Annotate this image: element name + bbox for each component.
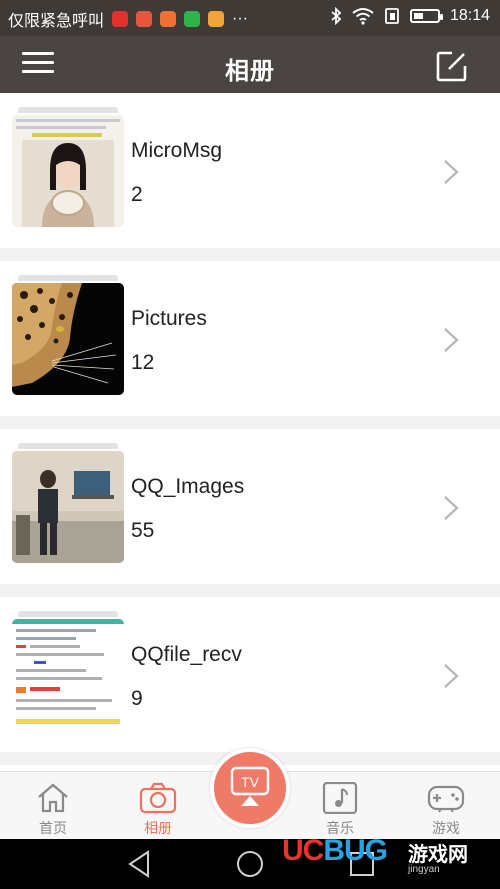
back-icon[interactable] (124, 849, 154, 879)
album-row-micromsg[interactable]: MicroMsg 2 (0, 93, 500, 248)
watermark-site: jingyan (408, 864, 440, 875)
store-icon (208, 11, 225, 27)
album-name: QQfile_recv (131, 643, 242, 666)
watermark-logo: UCBUG 游戏网 jingyan (278, 832, 500, 882)
mail-icon (136, 11, 153, 27)
gamepad-icon (427, 785, 465, 813)
wifi-icon (352, 8, 374, 25)
battery-icon (409, 9, 443, 23)
album-thumbnail (12, 443, 124, 568)
title-bar: 相册 (0, 36, 500, 93)
watermark-uc: UC (282, 834, 324, 867)
album-thumbnail (12, 275, 124, 400)
home-button-icon[interactable] (235, 849, 265, 879)
album-name: MicroMsg (131, 139, 223, 162)
bluetooth-icon (331, 7, 342, 25)
status-bar: 仅限紧急呼叫 ··· 18:14 (0, 0, 500, 36)
nav-music[interactable]: 音乐 (300, 772, 380, 840)
sim-icon (385, 8, 399, 24)
watermark-bug: BUG (323, 834, 388, 867)
leopard-photo (12, 283, 124, 395)
album-count: 2 (131, 183, 143, 206)
album-row-qqfile-recv[interactable]: QQfile_recv 9 (0, 597, 500, 752)
room-photo (12, 451, 124, 563)
tv-label: TV (241, 774, 260, 790)
tv-cast-button[interactable]: TV (210, 748, 290, 828)
camera-icon (139, 782, 177, 814)
album-row-qq-images[interactable]: QQ_Images 55 (0, 429, 500, 584)
carrier-text: 仅限紧急呼叫 (8, 13, 105, 30)
album-thumbnail (12, 107, 124, 232)
nav-label: 相册 (144, 820, 172, 836)
nav-album[interactable]: 相册 (118, 772, 198, 840)
weibo-icon (112, 11, 129, 27)
home-icon (38, 783, 68, 813)
clock: 18:14 (449, 7, 490, 24)
nav-label: 首页 (39, 820, 67, 836)
album-name: Pictures (131, 307, 207, 330)
health-icon (160, 11, 177, 27)
album-count: 12 (131, 351, 155, 374)
music-icon (322, 782, 358, 814)
portrait-photo (12, 115, 124, 227)
watermark-side-text: 游戏网 (408, 844, 468, 866)
album-name: QQ_Images (131, 475, 245, 498)
album-count: 9 (131, 687, 143, 710)
document-screenshot (12, 619, 124, 731)
more-notifications: ··· (232, 10, 248, 27)
nav-games[interactable]: 游戏 (406, 772, 486, 840)
album-row-pictures[interactable]: Pictures 12 (0, 261, 500, 416)
album-count: 55 (131, 519, 155, 542)
album-thumbnail (12, 611, 124, 736)
chevron-right-icon (444, 160, 459, 184)
chevron-right-icon (444, 664, 459, 688)
page-title: 相册 (225, 58, 275, 85)
edit-icon[interactable] (436, 50, 468, 82)
wechat-icon (184, 11, 201, 27)
chevron-right-icon (444, 328, 459, 352)
chevron-right-icon (444, 496, 459, 520)
nav-home[interactable]: 首页 (13, 772, 93, 840)
tv-cast-icon: TV (230, 766, 270, 806)
